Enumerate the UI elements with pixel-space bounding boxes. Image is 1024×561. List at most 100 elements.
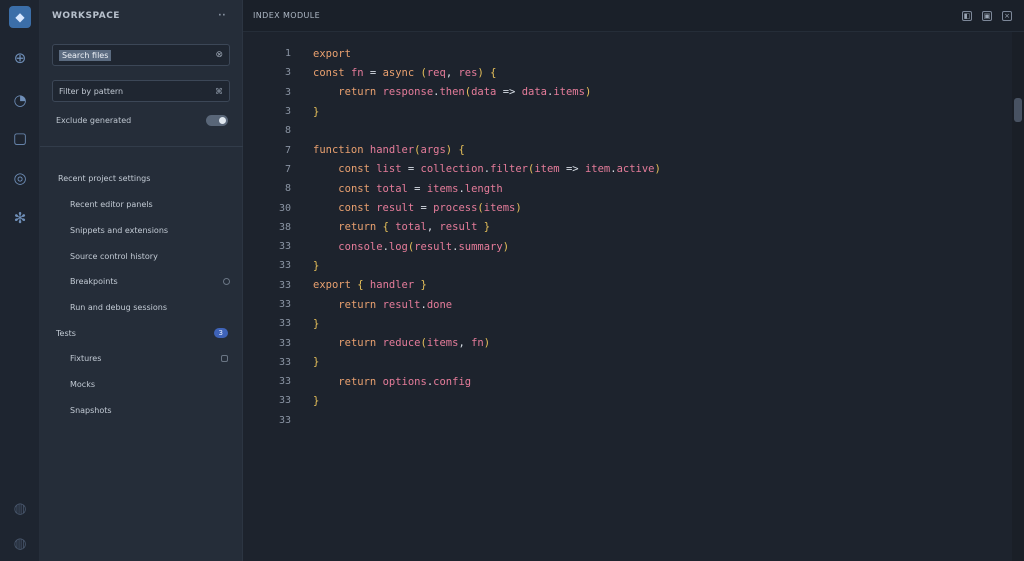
line-number: 3 [284,106,291,118]
code-line[interactable]: 33 console.log(result.summary) [243,237,1011,256]
line-text: export { handler } [313,279,427,292]
line-text: return result.done [338,298,453,311]
code-line[interactable]: 7 function handler(args) { [243,140,1011,159]
code-line[interactable]: 7 const list = collection.filter(item =>… [243,160,1011,179]
code-line[interactable]: 38 return { total, result } [243,218,1011,237]
more-actions-icon[interactable]: ·· [218,11,226,21]
code-line[interactable]: 33} [243,314,1011,333]
line-number: 33 [278,241,291,253]
line-number: 33 [278,414,291,426]
layout-icon[interactable]: ▣ [982,10,992,21]
editor-actions: ◧ ▣ × [962,10,1012,21]
code-line[interactable]: 8 [243,121,1011,140]
line-text: console.log(result.summary) [338,240,510,253]
line-text: const total = items.length [338,182,503,195]
line-text: } [313,105,320,118]
code-line[interactable]: 1 export [243,44,1011,63]
line-text: } [313,317,320,330]
code-line[interactable]: 33} [243,391,1011,410]
line-number: 30 [278,202,291,214]
line-number: 8 [284,125,291,137]
filter-hint: ⌘ [215,86,223,96]
source-control-icon[interactable]: ◎ [10,168,30,188]
line-text: return { total, result } [338,221,491,234]
exclude-toggle-row: Exclude generated [56,112,228,128]
section-label-text: Recent project settings [58,173,151,183]
sidebar-item-label: Source control history [70,251,158,261]
filter-input[interactable]: Filter by pattern ⌘ [52,80,230,102]
app-logo-icon[interactable]: ◆ [9,6,31,28]
sidebar-title: WORKSPACE [52,11,120,21]
line-number: 33 [278,356,291,368]
code-area[interactable]: 1 export 3 const fn = async (req, res) {3 r… [243,44,1011,430]
code-line[interactable]: 33 return options.config [243,372,1011,391]
code-line[interactable]: 33 return reduce(items, fn) [243,333,1011,352]
sidebar-item-label: Run and debug sessions [70,302,168,312]
line-text: const result = process(items) [338,202,522,215]
sidebar-item[interactable]: Recent editor panels [70,196,230,212]
line-number: 1 [284,48,291,60]
editor: INDEX MODULE ◧ ▣ × 1 export 3 const fn = as… [243,0,1024,561]
sidebar-item[interactable]: Breakpoints [70,273,230,289]
editor-tab-title[interactable]: INDEX MODULE [253,11,320,20]
history-icon[interactable]: ◔ [10,90,30,110]
tests-group[interactable]: Tests 3 [56,325,228,341]
code-line[interactable]: 3 return response.then(data => data.item… [243,83,1011,102]
exclude-toggle[interactable] [206,114,228,126]
test-item[interactable]: Snapshots [70,402,228,418]
close-icon[interactable]: × [1002,10,1012,21]
line-text: } [313,356,320,369]
line-text: export [313,47,351,60]
code-line[interactable]: 8 const total = items.length [243,179,1011,198]
search-input[interactable]: Search files ⊗ [52,44,230,66]
test-item[interactable]: Mocks [70,376,228,392]
account-icon[interactable]: ◍ [10,498,30,518]
code-line[interactable]: 33 export { handler } [243,276,1011,295]
line-number: 33 [278,279,291,291]
editor-tab-bar: INDEX MODULE ◧ ▣ × [243,0,1024,32]
split-editor-icon[interactable]: ◧ [962,10,972,21]
exclude-toggle-label: Exclude generated [56,115,132,125]
test-item-label: Mocks [70,379,95,389]
code-line[interactable]: 30 const result = process(items) [243,198,1011,217]
line-number: 33 [278,318,291,330]
code-line[interactable]: 33} [243,353,1011,372]
line-number: 33 [278,395,291,407]
line-number: 3 [284,86,291,98]
code-line[interactable]: 33} [243,256,1011,275]
sidebar-item[interactable]: Source control history [70,248,230,264]
scrollbar-thumb[interactable] [1014,98,1022,122]
line-number: 3 [284,67,291,79]
line-number: 33 [278,337,291,349]
line-text: } [313,394,320,407]
line-number: 38 [278,221,291,233]
sidebar: WORKSPACE ·· Search files ⊗ Filter by pa… [40,0,243,561]
sidebar-item-label: Breakpoints [70,276,118,286]
sidebar-item[interactable]: Run and debug sessions [70,299,230,315]
line-number: 7 [284,144,291,156]
test-item[interactable]: Fixtures [70,350,228,366]
line-text: const list = collection.filter(item => i… [338,163,661,176]
explorer-icon[interactable]: ⊕ [10,48,30,68]
extensions-icon[interactable]: ▢ [10,128,30,148]
line-text: } [313,259,320,272]
code-line[interactable]: 3} [243,102,1011,121]
search-input-value: Search files [59,49,112,61]
settings-icon[interactable]: ✻ [10,208,30,228]
code-line[interactable]: 33 return result.done [243,295,1011,314]
tests-count-badge: 3 [213,328,228,338]
line-text: return response.then(data => data.items) [338,86,592,99]
section-label[interactable]: Recent project settings [58,170,238,186]
activity-bar: ◆ ⊕ ◔ ▢ ◎ ✻ ◍ ◍ [0,0,40,561]
line-number: 33 [278,299,291,310]
search-icon: ⊗ [215,50,223,60]
manage-icon[interactable]: ◍ [10,533,30,553]
vertical-scrollbar[interactable] [1012,32,1024,561]
line-number: 33 [278,376,291,388]
line-number: 7 [284,163,291,175]
status-dot-icon [223,277,230,285]
sidebar-item[interactable]: Snippets and extensions [70,222,230,238]
code-line[interactable]: 33 [243,411,1011,430]
code-line[interactable]: 3 const fn = async (req, res) { [243,63,1011,82]
line-number: 8 [284,183,291,195]
